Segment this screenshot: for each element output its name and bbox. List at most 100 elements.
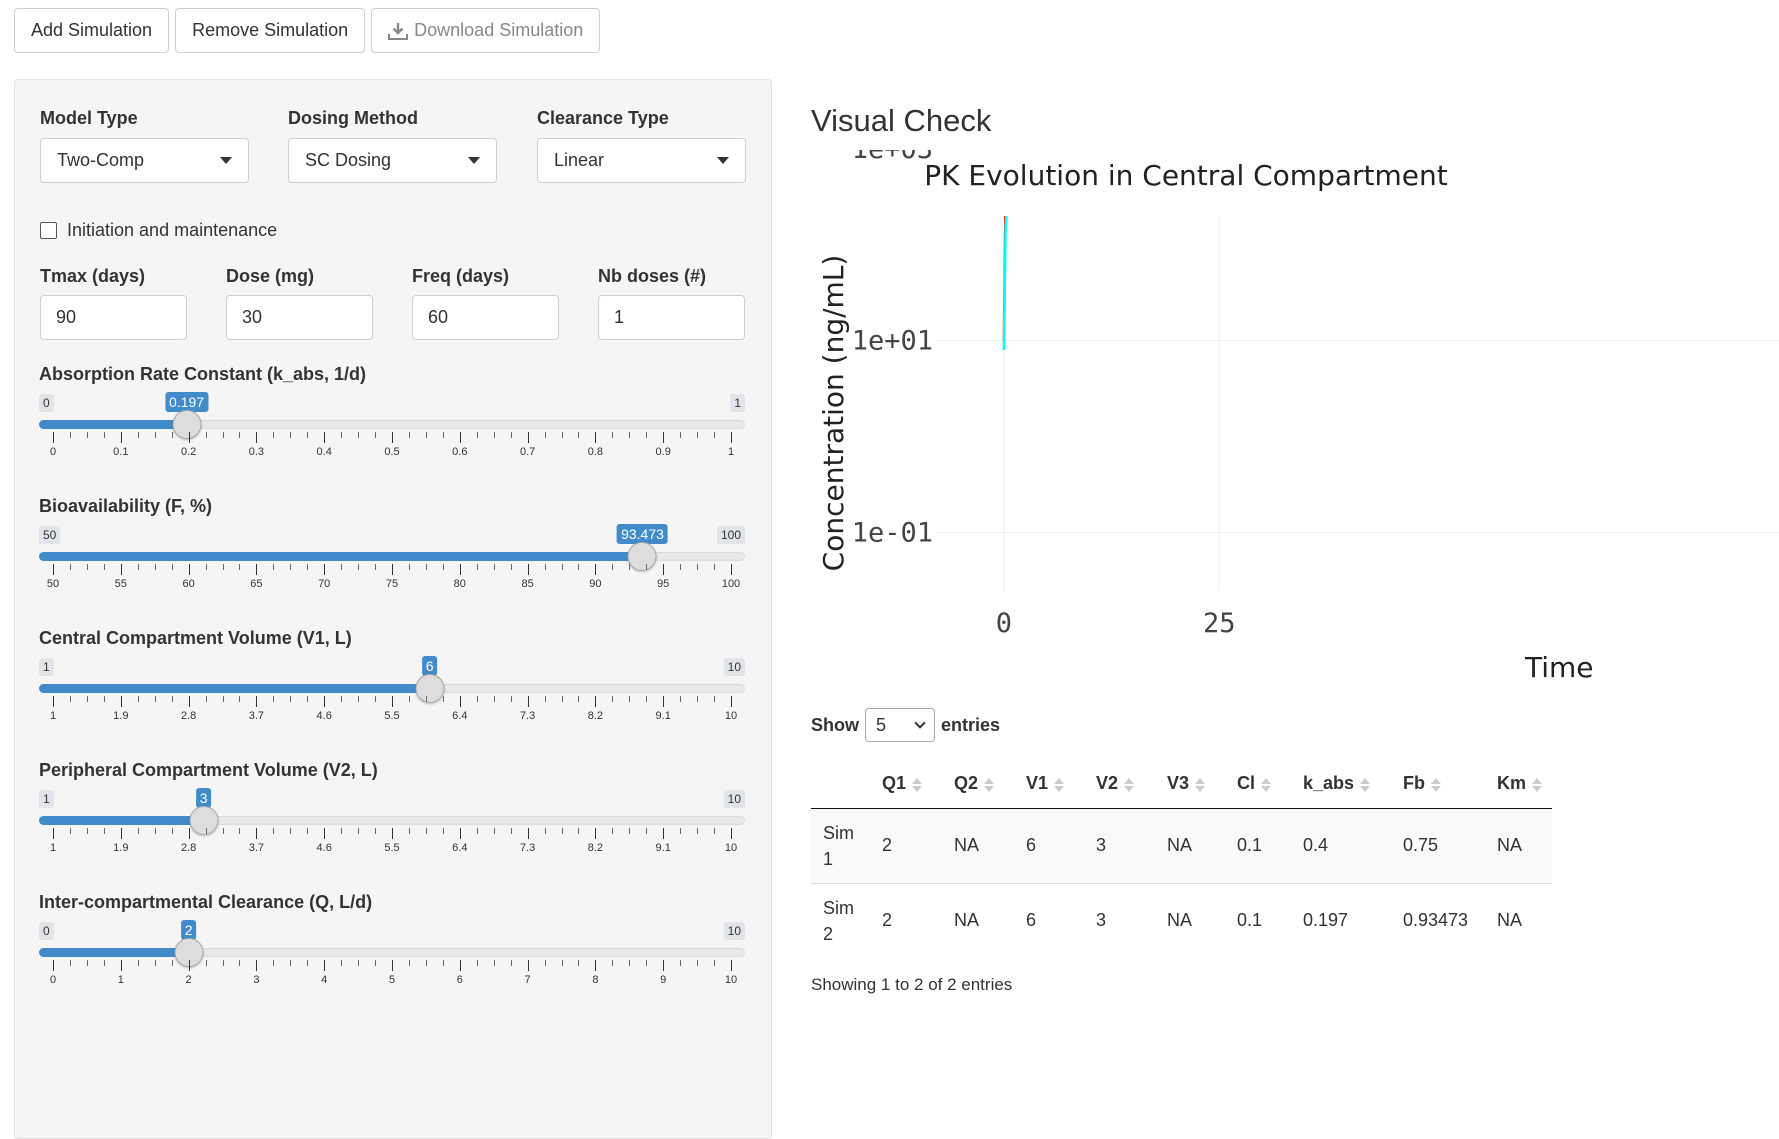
slider-tick-label: 10: [724, 974, 738, 986]
slider-tick: [646, 828, 648, 834]
column-header-Fb[interactable]: Fb: [1393, 760, 1487, 809]
slider-tick: [544, 960, 546, 966]
slider-tick: [595, 696, 597, 707]
caret-down-icon: [468, 157, 480, 164]
model-type-select[interactable]: Two-Comp: [40, 138, 249, 183]
slider-tick: [714, 696, 716, 702]
slider-max-label: 100: [716, 526, 745, 544]
download-simulation-label: Download Simulation: [414, 20, 584, 40]
slider-tick: [171, 696, 173, 702]
slider-tick: [578, 564, 580, 570]
range-slider[interactable]: 0 10 2 0 1 2 3 4 5 6 7 8 9 10: [39, 920, 745, 1022]
column-header-V1[interactable]: V1: [1016, 760, 1086, 809]
clearance-type-select[interactable]: Linear: [537, 138, 746, 183]
slider-tick: [714, 960, 716, 966]
slider-tick: [324, 564, 326, 575]
slider-tick: [527, 960, 529, 971]
range-slider[interactable]: 50 100 93.473 50 55 60 65 70 75 80 85 90 95 100: [39, 524, 745, 626]
slider-value-badge: 3: [195, 788, 212, 808]
slider-tick: [137, 564, 139, 570]
slider-tick: [307, 696, 309, 702]
slider-tick: [103, 828, 105, 834]
column-header-Q2[interactable]: Q2: [944, 760, 1016, 809]
slider-tick: [459, 828, 461, 839]
slider-tick: [663, 564, 665, 575]
slider-tick: [680, 960, 682, 966]
slider-min-label: 1: [39, 790, 54, 808]
slider-tick-label: 10: [724, 710, 738, 722]
slider-tick: [273, 828, 275, 834]
init-maint-checkbox[interactable]: [40, 222, 57, 239]
dose-input[interactable]: 30: [226, 295, 373, 340]
add-simulation-button[interactable]: Add Simulation: [14, 8, 170, 53]
slider-tick-label: 0.6: [452, 446, 468, 458]
slider-tick-label: 0.2: [180, 446, 197, 458]
slider-tick: [222, 432, 224, 438]
column-header-label: Cl: [1237, 773, 1255, 794]
column-header-V2[interactable]: V2: [1086, 760, 1157, 809]
slider-tick: [341, 696, 343, 702]
slider-tick-label: 9: [660, 974, 667, 986]
slider-ticks: 0 1 2 3 4 5 6 7 8 9 10: [39, 960, 745, 990]
table-row[interactable]: Sim 2 2 NA 6 3 NA 0.1 0.197 0.93473 NA: [811, 882, 1553, 958]
slider-tick: [697, 696, 699, 702]
toolbar: Add Simulation Remove Simulation Downloa…: [14, 8, 601, 53]
slider-tick: [120, 564, 122, 575]
column-header-Cl[interactable]: Cl: [1227, 760, 1293, 809]
slider-tick-label: 3: [253, 974, 260, 986]
dosing-method-label: Dosing Method: [288, 108, 418, 128]
remove-simulation-button[interactable]: Remove Simulation: [175, 8, 366, 53]
table-cell: 0.1: [1227, 807, 1293, 883]
slider-tick: [442, 564, 444, 570]
slider-tick-label: 9.1: [655, 710, 671, 722]
slider-tick: [697, 828, 699, 834]
table-cell: 6: [1016, 882, 1086, 958]
slider-tick: [578, 828, 580, 834]
slider-tick: [697, 960, 699, 966]
freq-input[interactable]: 60: [412, 295, 559, 340]
slider-tick: [408, 960, 410, 966]
slider-tick: [69, 960, 71, 966]
download-icon: [388, 22, 409, 40]
slider-tick: [392, 696, 393, 707]
range-slider[interactable]: 0 1 0.197 0 0.1 0.2 0.3 0.4 0.5 0.6 0.7 0.8 0.9 1: [39, 392, 745, 494]
page-length-select[interactable]: 5: [865, 708, 935, 742]
slider-tick: [137, 696, 139, 702]
slider-tick: [205, 564, 207, 570]
slider-tick: [290, 828, 292, 834]
slider-tick-label: 90: [589, 578, 602, 590]
slider-tick: [392, 960, 393, 971]
init-maint-checkbox-row[interactable]: Initiation and maintenance: [40, 220, 277, 241]
slider-min-label: 0: [39, 922, 54, 940]
slider-ticks: 1 1.9 2.8 3.7 4.6 5.5 6.4 7.3 8.2 9.1 10: [39, 828, 745, 858]
chart-title: PK Evolution in Central Compartment: [924, 159, 1448, 192]
slider-tick: [680, 432, 682, 438]
slider-tick: [510, 564, 512, 570]
slider-tick-label: 4: [321, 974, 328, 986]
slider-label: Bioavailability (F, %): [39, 496, 213, 516]
chevron-down-icon: [914, 717, 926, 729]
slider-tick-label: 0.3: [248, 446, 265, 458]
sort-icon: [1124, 777, 1135, 792]
pk-chart[interactable]: 0 25 1e-01 1e+01 1e+03PK Evolution in Centra…: [811, 150, 1779, 690]
dosing-method-select[interactable]: SC Dosing: [288, 138, 497, 183]
slider-tick: [171, 432, 173, 438]
column-header-V3[interactable]: V3: [1157, 760, 1227, 809]
x-axis-label: Time: [1524, 651, 1594, 684]
range-slider[interactable]: 1 10 6 1 1.9 2.8 3.7 4.6 5.5 6.4 7.3 8.2 9.1 10: [39, 656, 745, 758]
range-slider[interactable]: 1 10 3 1 1.9 2.8 3.7 4.6 5.5 6.4 7.3 8.2 9.1 10: [39, 788, 745, 890]
table-cell: 0.4: [1293, 807, 1393, 883]
tmax-input[interactable]: 90: [40, 295, 187, 340]
slider-tick-label: 6.4: [452, 710, 468, 722]
download-simulation-button[interactable]: Download Simulation: [371, 8, 601, 53]
slider-tick: [476, 960, 478, 966]
nb-doses-input[interactable]: 1: [598, 295, 745, 340]
column-header-Q1[interactable]: Q1: [872, 760, 944, 809]
table-row[interactable]: Sim 1 2 NA 6 3 NA 0.1 0.4 0.75 NA: [811, 807, 1553, 883]
slider-tick: [595, 960, 597, 971]
slider-tick: [358, 960, 360, 966]
slider-tick: [103, 564, 105, 570]
column-header-label: Q2: [954, 773, 979, 794]
column-header-Km[interactable]: Km: [1487, 760, 1553, 809]
column-header-k_abs[interactable]: k_abs: [1293, 760, 1393, 809]
